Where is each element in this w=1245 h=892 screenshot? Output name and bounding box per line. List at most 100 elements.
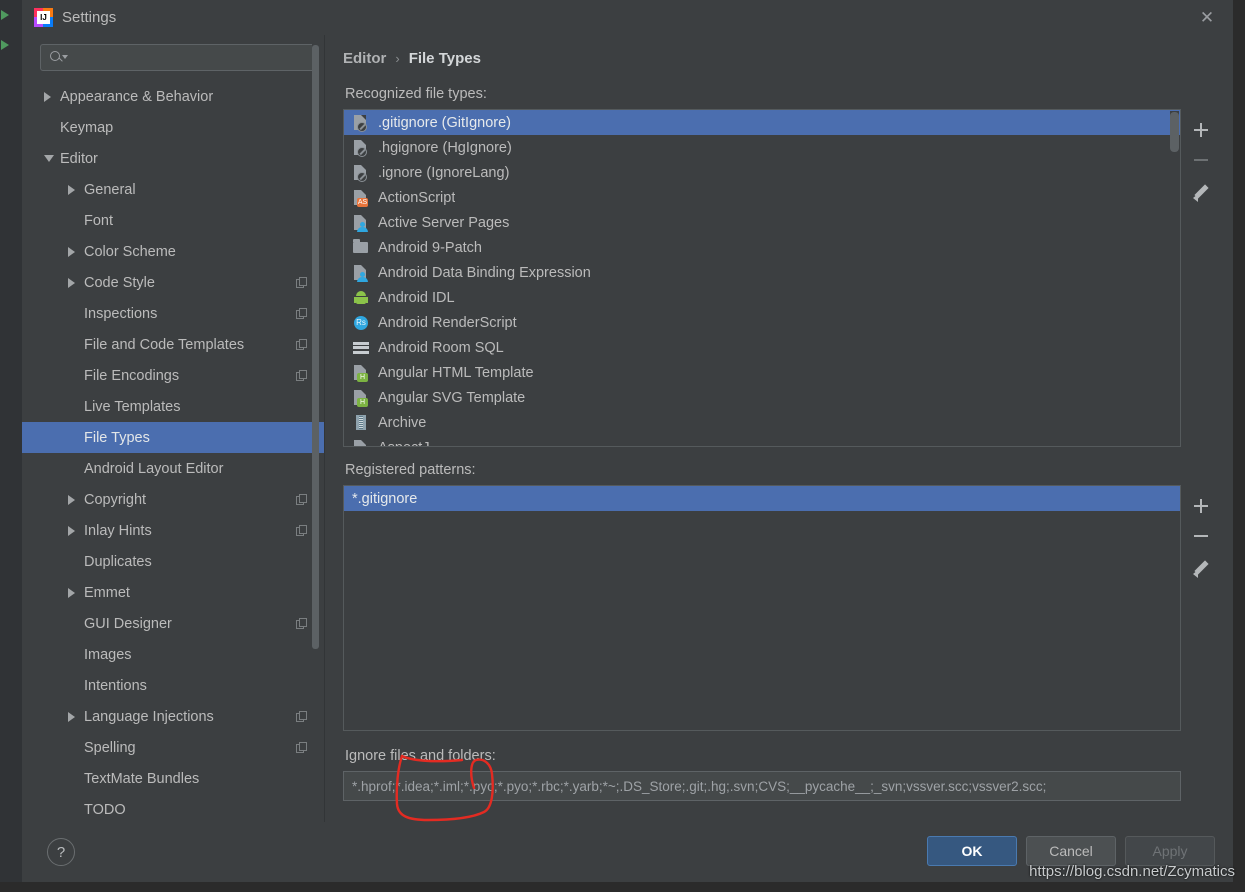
file-type-label: Android Room SQL <box>378 339 504 356</box>
sidebar-item-file-and-code-templates[interactable]: File and Code Templates <box>22 329 325 360</box>
file-type-row[interactable]: AspectJ <box>344 435 1180 446</box>
file-type-label: .gitignore (GitIgnore) <box>378 114 511 131</box>
copy-settings-icon[interactable] <box>296 493 307 506</box>
sidebar-item-label: GUI Designer <box>84 615 172 632</box>
file-type-row[interactable]: .hgignore (HgIgnore) <box>344 135 1180 160</box>
chevron-right-icon[interactable] <box>68 246 84 257</box>
chevron-right-icon[interactable] <box>44 91 60 102</box>
sidebar-item-copyright[interactable]: Copyright <box>22 484 325 515</box>
sidebar-item-label: Color Scheme <box>84 243 176 260</box>
registered-patterns-label: Registered patterns: <box>345 462 476 478</box>
file-type-row[interactable]: Android IDL <box>344 285 1180 310</box>
sidebar-item-label: File Encodings <box>84 367 180 384</box>
sidebar-item-font[interactable]: Font <box>22 205 325 236</box>
settings-dialog: IJ Settings ✕ Appearance & Behavior Keyma… <box>22 0 1233 882</box>
file-types-scrollbar-thumb[interactable] <box>1170 112 1179 152</box>
edit-file-type-button[interactable] <box>1187 175 1215 205</box>
pattern-row[interactable]: *.gitignore <box>344 486 1180 511</box>
sidebar-item-spelling[interactable]: Spelling <box>22 732 325 763</box>
copy-settings-icon[interactable] <box>296 524 307 537</box>
sidebar-item-general[interactable]: General <box>22 174 325 205</box>
background-bottom-edge <box>0 882 1245 892</box>
breadcrumb-parent[interactable]: Editor <box>343 50 386 67</box>
sql-rows-icon <box>352 339 370 357</box>
add-pattern-button[interactable] <box>1187 491 1215 521</box>
copy-settings-icon[interactable] <box>296 617 307 630</box>
watermark: https://blog.csdn.net/Zcymatics <box>1029 863 1235 880</box>
search-input[interactable] <box>40 44 315 71</box>
sidebar-item-inlay-hints[interactable]: Inlay Hints <box>22 515 325 546</box>
copy-settings-icon[interactable] <box>296 710 307 723</box>
file-type-row[interactable]: H Angular HTML Template <box>344 360 1180 385</box>
sidebar-item-duplicates[interactable]: Duplicates <box>22 546 325 577</box>
ignore-files-input[interactable]: *.hprof;*.idea;*.iml;*.pyc;*.pyo;*.rbc;*… <box>343 771 1181 801</box>
chevron-right-icon[interactable] <box>68 277 84 288</box>
sidebar-item-label: Keymap <box>60 119 114 136</box>
sidebar-item-gui-designer[interactable]: GUI Designer <box>22 608 325 639</box>
remove-pattern-button[interactable] <box>1187 521 1215 551</box>
search-container <box>22 35 325 79</box>
copy-settings-icon[interactable] <box>296 338 307 351</box>
file-type-row[interactable]: Archive <box>344 410 1180 435</box>
sidebar-item-label: TODO <box>84 801 126 818</box>
ignore-files-label: Ignore files and folders: <box>345 748 496 764</box>
file-type-row[interactable]: .ignore (IgnoreLang) <box>344 160 1180 185</box>
sidebar-item-color-scheme[interactable]: Color Scheme <box>22 236 325 267</box>
sidebar-item-todo[interactable]: TODO <box>22 794 325 822</box>
registered-patterns-list[interactable]: *.gitignore <box>343 485 1181 731</box>
copy-settings-icon[interactable] <box>296 369 307 382</box>
chevron-right-icon[interactable] <box>68 587 84 598</box>
archive-icon <box>352 414 370 432</box>
copy-settings-icon[interactable] <box>296 741 307 754</box>
search-icon <box>50 50 68 65</box>
copy-settings-icon[interactable] <box>296 307 307 320</box>
file-type-row[interactable]: Android 9-Patch <box>344 235 1180 260</box>
settings-tree[interactable]: Appearance & Behavior Keymap Editor General… <box>22 79 325 822</box>
sidebar-item-label: Editor <box>60 150 98 167</box>
ok-button[interactable]: OK <box>927 836 1017 866</box>
file-type-row[interactable]: Android Data Binding Expression <box>344 260 1180 285</box>
apply-button[interactable]: Apply <box>1125 836 1215 866</box>
file-type-row[interactable]: .gitignore (GitIgnore) <box>344 110 1180 135</box>
sidebar-item-keymap[interactable]: Keymap <box>22 112 325 143</box>
sidebar-item-language-injections[interactable]: Language Injections <box>22 701 325 732</box>
sidebar-item-inspections[interactable]: Inspections <box>22 298 325 329</box>
sidebar-item-android-layout-editor[interactable]: Android Layout Editor <box>22 453 325 484</box>
file-type-label: Android IDL <box>378 289 455 306</box>
file-type-row[interactable]: Rs Android RenderScript <box>344 310 1180 335</box>
file-types-scrollbar-track[interactable] <box>1170 111 1179 445</box>
chevron-right-icon[interactable] <box>68 184 84 195</box>
file-type-label: Archive <box>378 414 427 431</box>
chevron-right-icon[interactable] <box>68 525 84 536</box>
file-type-row[interactable]: H Angular SVG Template <box>344 385 1180 410</box>
sidebar-item-live-templates[interactable]: Live Templates <box>22 391 325 422</box>
sidebar-item-file-encodings[interactable]: File Encodings <box>22 360 325 391</box>
add-file-type-button[interactable] <box>1187 115 1215 145</box>
chevron-down-icon[interactable] <box>44 155 60 162</box>
sidebar-item-label: Language Injections <box>84 708 214 725</box>
copy-settings-icon[interactable] <box>296 276 307 289</box>
chevron-right-icon[interactable] <box>68 711 84 722</box>
sidebar-item-editor[interactable]: Editor <box>22 143 325 174</box>
file-type-row[interactable]: Active Server Pages <box>344 210 1180 235</box>
sidebar-item-intentions[interactable]: Intentions <box>22 670 325 701</box>
screen: IJ Settings ✕ Appearance & Behavior Keyma… <box>0 0 1245 892</box>
sidebar-scrollbar-thumb[interactable] <box>312 45 319 649</box>
edit-pattern-button[interactable] <box>1187 551 1215 581</box>
sidebar-item-appearance-behavior[interactable]: Appearance & Behavior <box>22 81 325 112</box>
footer-buttons: OK Cancel Apply <box>927 836 1215 866</box>
sidebar-item-label: Spelling <box>84 739 136 756</box>
cancel-button[interactable]: Cancel <box>1026 836 1116 866</box>
sidebar-item-textmate-bundles[interactable]: TextMate Bundles <box>22 763 325 794</box>
sidebar-item-code-style[interactable]: Code Style <box>22 267 325 298</box>
sidebar-item-file-types[interactable]: File Types <box>22 422 325 453</box>
close-icon[interactable]: ✕ <box>1187 4 1227 32</box>
help-button[interactable]: ? <box>47 838 75 866</box>
file-type-label: Active Server Pages <box>378 214 510 231</box>
file-type-row[interactable]: AS ActionScript <box>344 185 1180 210</box>
chevron-right-icon[interactable] <box>68 494 84 505</box>
sidebar-item-images[interactable]: Images <box>22 639 325 670</box>
file-type-row[interactable]: Android Room SQL <box>344 335 1180 360</box>
recognized-file-types-list[interactable]: .gitignore (GitIgnore) .hgignore (HgIgnor… <box>343 109 1181 447</box>
sidebar-item-emmet[interactable]: Emmet <box>22 577 325 608</box>
